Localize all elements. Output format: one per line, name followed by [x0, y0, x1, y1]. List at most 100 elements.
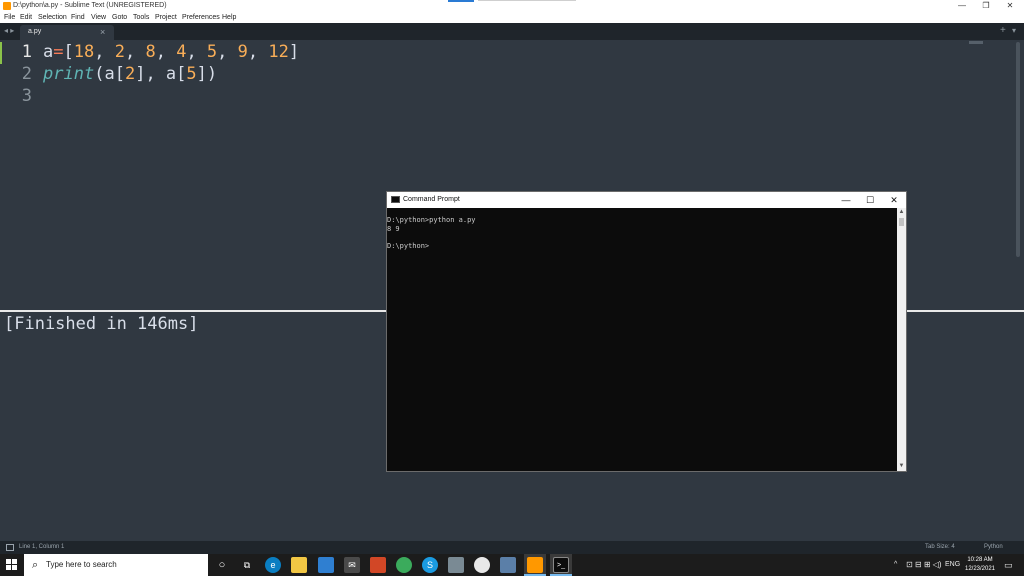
code-token-num: 4 [176, 42, 187, 62]
language-indicator[interactable]: ENG [945, 554, 960, 576]
active-line-marker [0, 42, 2, 64]
cortana-icon[interactable]: ○ [214, 557, 230, 573]
code-token-num: 18 [73, 42, 95, 62]
menu-preferences[interactable]: Preferences [182, 12, 220, 23]
code-token-num: 9 [237, 42, 248, 62]
editor-scrollbar[interactable] [1016, 42, 1020, 257]
code-token-punc: [ [63, 42, 74, 62]
cmd-title: Command Prompt [403, 196, 460, 203]
titlebar-accent [448, 0, 474, 2]
chrome-icon[interactable] [396, 557, 412, 573]
code-token-punc: ] [288, 42, 300, 62]
window-titlebar: D:\python\a.py - Sublime Text (UNREGISTE… [0, 0, 1024, 12]
menu-project[interactable]: Project [155, 12, 177, 23]
onedrive-icon[interactable] [474, 557, 490, 573]
new-tab-icon[interactable]: + [1000, 25, 1006, 37]
scroll-up-icon[interactable]: ▲ [897, 208, 906, 217]
menu-view[interactable]: View [91, 12, 106, 23]
code-token-sep: , [145, 64, 166, 84]
cmd-scrollbar[interactable]: ▲ ▼ [897, 208, 906, 471]
code-token-var: a [104, 64, 115, 84]
code-token-punc: ) [206, 64, 218, 84]
clock-time: 10:28 AM [967, 557, 993, 563]
sublime-icon[interactable] [527, 557, 543, 573]
tab-size-indicator[interactable]: Tab Size: 4 [925, 541, 955, 554]
code-token-var: a [43, 42, 54, 62]
windows-start-icon[interactable] [6, 559, 18, 571]
tab-nav-arrows[interactable]: ◂ ▸ [4, 26, 14, 36]
cmd-console[interactable]: D:\python>python a.py 8 9 D:\python> [387, 208, 897, 471]
code-token-var: a [165, 64, 177, 84]
code-token-num: 12 [268, 42, 289, 62]
office-icon[interactable] [370, 557, 386, 573]
console-line: D:\python>python a.py [387, 216, 476, 224]
menu-selection[interactable]: Selection [38, 12, 67, 23]
tab-dropdown-icon[interactable]: ▾ [1012, 26, 1016, 36]
tray-icons[interactable]: ⊡ ⊟ ⊞ ◁) [906, 554, 942, 576]
cmd-window-icon [391, 196, 400, 203]
line-number: 1 [21, 42, 32, 62]
menu-help[interactable]: Help [222, 12, 236, 23]
status-bar: Line 1, Column 1 Tab Size: 4 Python [0, 541, 1024, 554]
panel-toggle-icon[interactable] [6, 544, 14, 551]
menu-edit[interactable]: Edit [20, 12, 32, 23]
scroll-down-icon[interactable]: ▼ [897, 462, 906, 471]
close-button[interactable]: ✕ [998, 0, 1022, 12]
code-token-num: 5 [206, 42, 218, 62]
edge-icon[interactable]: e [265, 557, 281, 573]
cmd-minimize-button[interactable]: — [834, 192, 858, 208]
console-line: D:\python> [387, 242, 430, 250]
code-token-num: 2 [124, 64, 136, 84]
menu-file[interactable]: File [4, 12, 15, 23]
code-line-2: print(a[2], a[5]) [43, 64, 218, 84]
line-number: 3 [21, 86, 32, 106]
tab-close-icon[interactable]: × [100, 26, 105, 38]
cmd-titlebar[interactable]: Command Prompt — ☐ ✕ [387, 192, 906, 208]
cmd-icon[interactable]: >_ [553, 557, 569, 573]
code-token-num: 5 [186, 64, 197, 84]
syntax-indicator[interactable]: Python [984, 541, 1003, 554]
mail-icon[interactable]: ✉ [344, 557, 360, 573]
titlebar-accent-secondary [478, 0, 576, 1]
minimize-button[interactable]: — [950, 0, 974, 12]
code-token-num: 8 [145, 42, 156, 62]
code-token-num: 2 [114, 42, 125, 62]
sublime-app-icon [3, 2, 11, 10]
menu-goto[interactable]: Goto [112, 12, 127, 23]
skype-icon[interactable]: S [422, 557, 438, 573]
code-line-1: a=[18, 2, 8, 4, 5, 9, 12] [43, 42, 300, 62]
tab-a-py[interactable]: a.py × [20, 25, 114, 40]
task-view-icon[interactable]: ⧉ [239, 557, 255, 573]
file-explorer-icon[interactable] [291, 557, 307, 573]
build-output-text: [Finished in 146ms] [4, 314, 199, 334]
app-icon[interactable] [500, 557, 516, 573]
minimap-indicator [969, 41, 983, 44]
search-placeholder: Type here to search [46, 560, 117, 569]
menu-tools[interactable]: Tools [133, 12, 149, 23]
scroll-thumb[interactable] [899, 218, 904, 226]
console-line: 8 9 [387, 225, 400, 233]
tab-label: a.py [28, 28, 42, 35]
window-title: D:\python\a.py - Sublime Text (UNREGISTE… [13, 2, 167, 9]
menu-find[interactable]: Find [71, 12, 85, 23]
cmd-maximize-button[interactable]: ☐ [858, 192, 882, 208]
line-number: 2 [21, 64, 32, 84]
cursor-position[interactable]: Line 1, Column 1 [19, 541, 64, 554]
windows-taskbar: ⌕ Type here to search ○ ⧉ e ✉ S >_ ^ ⊡ ⊟… [0, 554, 1024, 576]
restore-button[interactable]: ❐ [974, 0, 998, 12]
code-token-fn: print [43, 64, 95, 84]
magnifier-icon: ⌕ [32, 559, 39, 571]
clock-date: 12/23/2021 [964, 566, 996, 572]
command-prompt-window[interactable]: Command Prompt — ☐ ✕ D:\python>python a.… [386, 191, 907, 472]
cmd-close-button[interactable]: ✕ [882, 192, 906, 208]
notification-icon[interactable]: ▭ [1004, 554, 1013, 576]
store-icon[interactable] [318, 557, 334, 573]
settings-icon[interactable] [448, 557, 464, 573]
tab-bar: ◂ ▸ a.py × + ▾ [0, 23, 1024, 40]
menu-bar: File Edit Selection Find View Goto Tools… [0, 12, 1024, 23]
tray-chevron-icon[interactable]: ^ [894, 554, 897, 576]
taskbar-clock[interactable]: 10:28 AM 12/23/2021 [962, 556, 998, 574]
taskbar-search-box[interactable]: ⌕ Type here to search [24, 554, 208, 576]
code-token-op: = [53, 42, 64, 62]
code-token-punc: ( [94, 64, 105, 84]
